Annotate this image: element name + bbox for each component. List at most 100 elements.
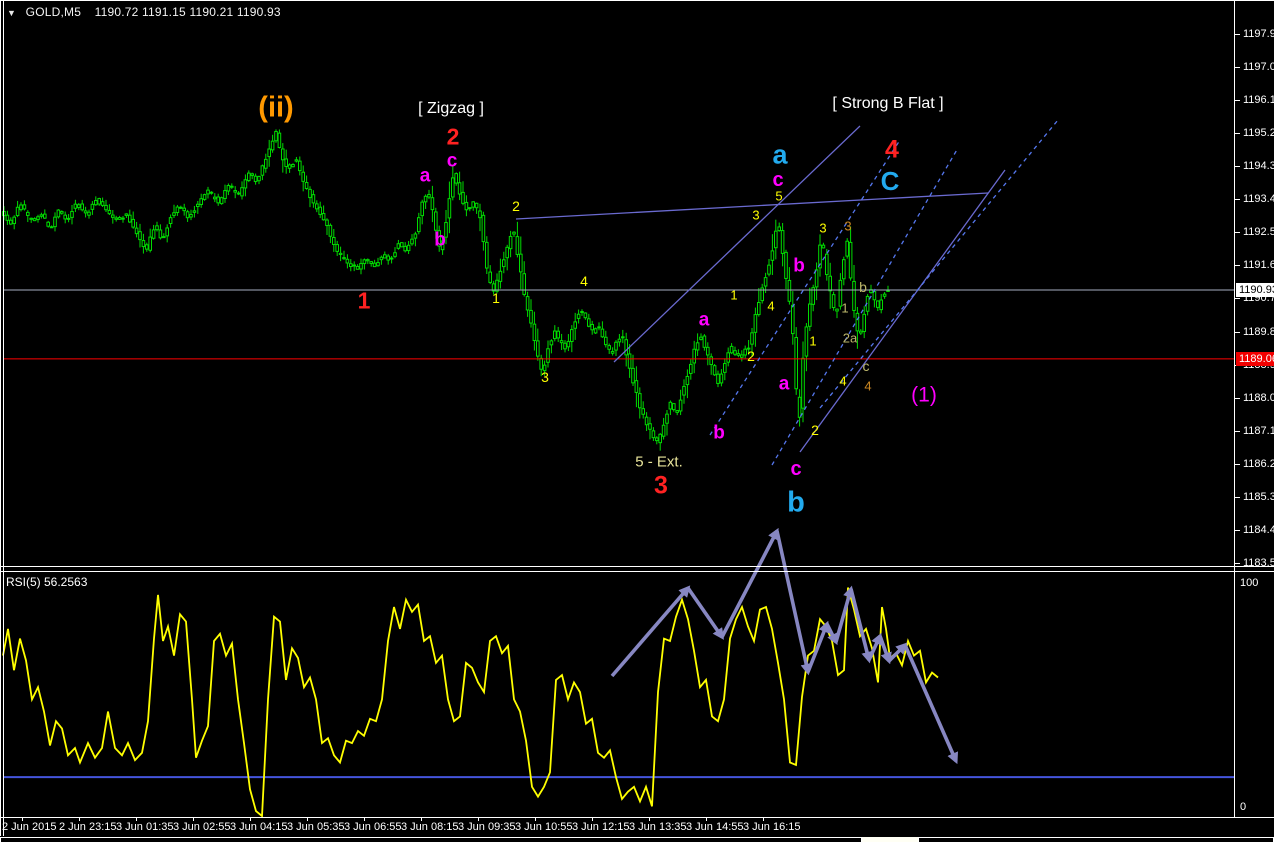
candle-body xyxy=(15,206,20,217)
candle-body xyxy=(617,338,622,343)
pane-separator-top[interactable] xyxy=(0,566,1274,567)
time-axis-label: 3 Jun 04:15 xyxy=(230,821,288,833)
candle-body xyxy=(349,263,353,267)
candle-body xyxy=(26,211,30,216)
elliott-wave-arrow[interactable] xyxy=(686,586,724,640)
wave-label[interactable]: 1 xyxy=(841,302,848,315)
candle-body xyxy=(430,197,435,211)
candle-body xyxy=(702,335,707,348)
wave-label[interactable]: 4 xyxy=(885,137,899,163)
elliott-wave-arrow[interactable] xyxy=(849,588,873,664)
wave-label[interactable]: [ Strong B Flat ] xyxy=(832,96,943,112)
wave-label[interactable]: b xyxy=(793,257,805,276)
elliott-wave-arrow[interactable] xyxy=(610,585,691,678)
elliott-wave-arrow[interactable] xyxy=(903,644,959,765)
candle-body xyxy=(750,332,754,345)
candle-body xyxy=(726,352,731,363)
wave-label[interactable]: C xyxy=(881,168,900,194)
candle-body xyxy=(828,275,833,292)
candle-body xyxy=(573,321,578,329)
candle-body xyxy=(165,227,169,237)
wave-label[interactable]: (1) xyxy=(911,385,937,406)
wave-label[interactable]: 2 xyxy=(447,125,460,149)
candle-body xyxy=(593,328,598,334)
wave-label[interactable]: c xyxy=(772,170,783,190)
candle-body xyxy=(481,214,486,243)
wave-label[interactable]: 2 xyxy=(811,423,819,437)
wave-label[interactable]: 5 xyxy=(775,190,782,203)
price-tick-mark xyxy=(1235,530,1240,532)
wave-label[interactable]: 4 xyxy=(580,274,588,288)
solid-trendline[interactable] xyxy=(799,169,1006,453)
wave-label[interactable]: (ii) xyxy=(258,93,293,123)
candle-body xyxy=(240,187,244,197)
wave-label[interactable]: 1 xyxy=(358,289,371,313)
candle-body xyxy=(43,213,47,219)
window-left-inner-border xyxy=(3,0,4,836)
scrollbar-track-right[interactable] xyxy=(918,837,1274,842)
candle-body xyxy=(301,171,305,182)
candle-body xyxy=(723,363,727,373)
wave-label[interactable]: a xyxy=(779,375,790,394)
wave-label[interactable]: 4 xyxy=(839,375,846,388)
symbol-dropdown-icon[interactable]: ▼ xyxy=(7,8,16,18)
candle-body xyxy=(5,214,10,221)
wave-label[interactable]: 2a xyxy=(843,332,857,345)
wave-label[interactable]: 2 xyxy=(747,349,755,363)
candle-body xyxy=(787,279,792,302)
candle-body xyxy=(202,194,207,200)
wave-label[interactable]: 4 xyxy=(767,300,774,313)
wave-label[interactable]: 3 xyxy=(752,209,759,222)
wave-label[interactable]: c xyxy=(447,152,458,171)
scrollbar-track-left[interactable] xyxy=(0,837,862,842)
pane-separator-bottom[interactable] xyxy=(0,571,1274,572)
candle-body xyxy=(87,211,91,216)
wave-label[interactable]: 3 xyxy=(844,220,851,233)
elliott-wave-arrow[interactable] xyxy=(834,585,855,643)
wave-label[interactable]: 3 xyxy=(541,370,549,384)
price-tick-label: 1197.90 xyxy=(1243,27,1274,40)
candle-body xyxy=(474,202,479,209)
wave-label[interactable]: 3 xyxy=(654,473,668,499)
wave-label[interactable]: 2 xyxy=(512,199,520,213)
candle-body xyxy=(131,218,135,228)
wave-label[interactable]: a xyxy=(420,167,431,186)
candle-body xyxy=(672,403,676,411)
wave-label[interactable]: 3 xyxy=(819,222,826,235)
candle-body xyxy=(274,131,278,142)
rsi-scale-min: 0 xyxy=(1240,801,1247,813)
candle-body xyxy=(784,251,788,279)
wave-label[interactable]: b xyxy=(713,424,725,443)
wave-label[interactable]: 1 xyxy=(809,335,816,348)
candle-body xyxy=(179,206,183,209)
wave-label[interactable]: 1 xyxy=(492,291,500,305)
elliott-wave-arrow[interactable] xyxy=(720,527,779,638)
candle-body xyxy=(522,273,527,295)
wave-label[interactable]: 4 xyxy=(864,380,871,393)
wave-label[interactable]: a xyxy=(699,311,710,330)
candle-body xyxy=(372,262,377,268)
elliott-wave-arrow[interactable] xyxy=(867,632,882,661)
elliott-wave-arrow[interactable] xyxy=(775,530,812,676)
wave-label[interactable]: c xyxy=(790,459,801,479)
wave-label[interactable]: b xyxy=(787,488,805,518)
wave-label[interactable]: b xyxy=(434,231,446,250)
wave-label[interactable]: c xyxy=(863,359,870,373)
candle-body xyxy=(587,318,591,327)
wave-label[interactable]: a xyxy=(772,141,787,169)
wave-label[interactable]: 1 xyxy=(730,289,737,302)
candle-body xyxy=(556,330,561,339)
candle-body xyxy=(706,346,710,356)
wave-label[interactable]: 5 - Ext. xyxy=(635,455,683,470)
wave-label[interactable]: b xyxy=(859,280,867,294)
elliott-wave-arrow[interactable] xyxy=(887,642,908,663)
scrollbar-thumb[interactable] xyxy=(862,837,918,842)
candle-body xyxy=(689,363,693,374)
candle-body xyxy=(342,257,346,260)
red-level-price-badge: 1189.06 xyxy=(1236,351,1274,366)
wave-label[interactable]: [ Zigzag ] xyxy=(418,101,484,117)
candle-body xyxy=(570,329,574,342)
dashed-channel-trendline[interactable] xyxy=(819,119,1059,409)
candle-body xyxy=(835,308,839,312)
candle-body xyxy=(740,354,744,358)
